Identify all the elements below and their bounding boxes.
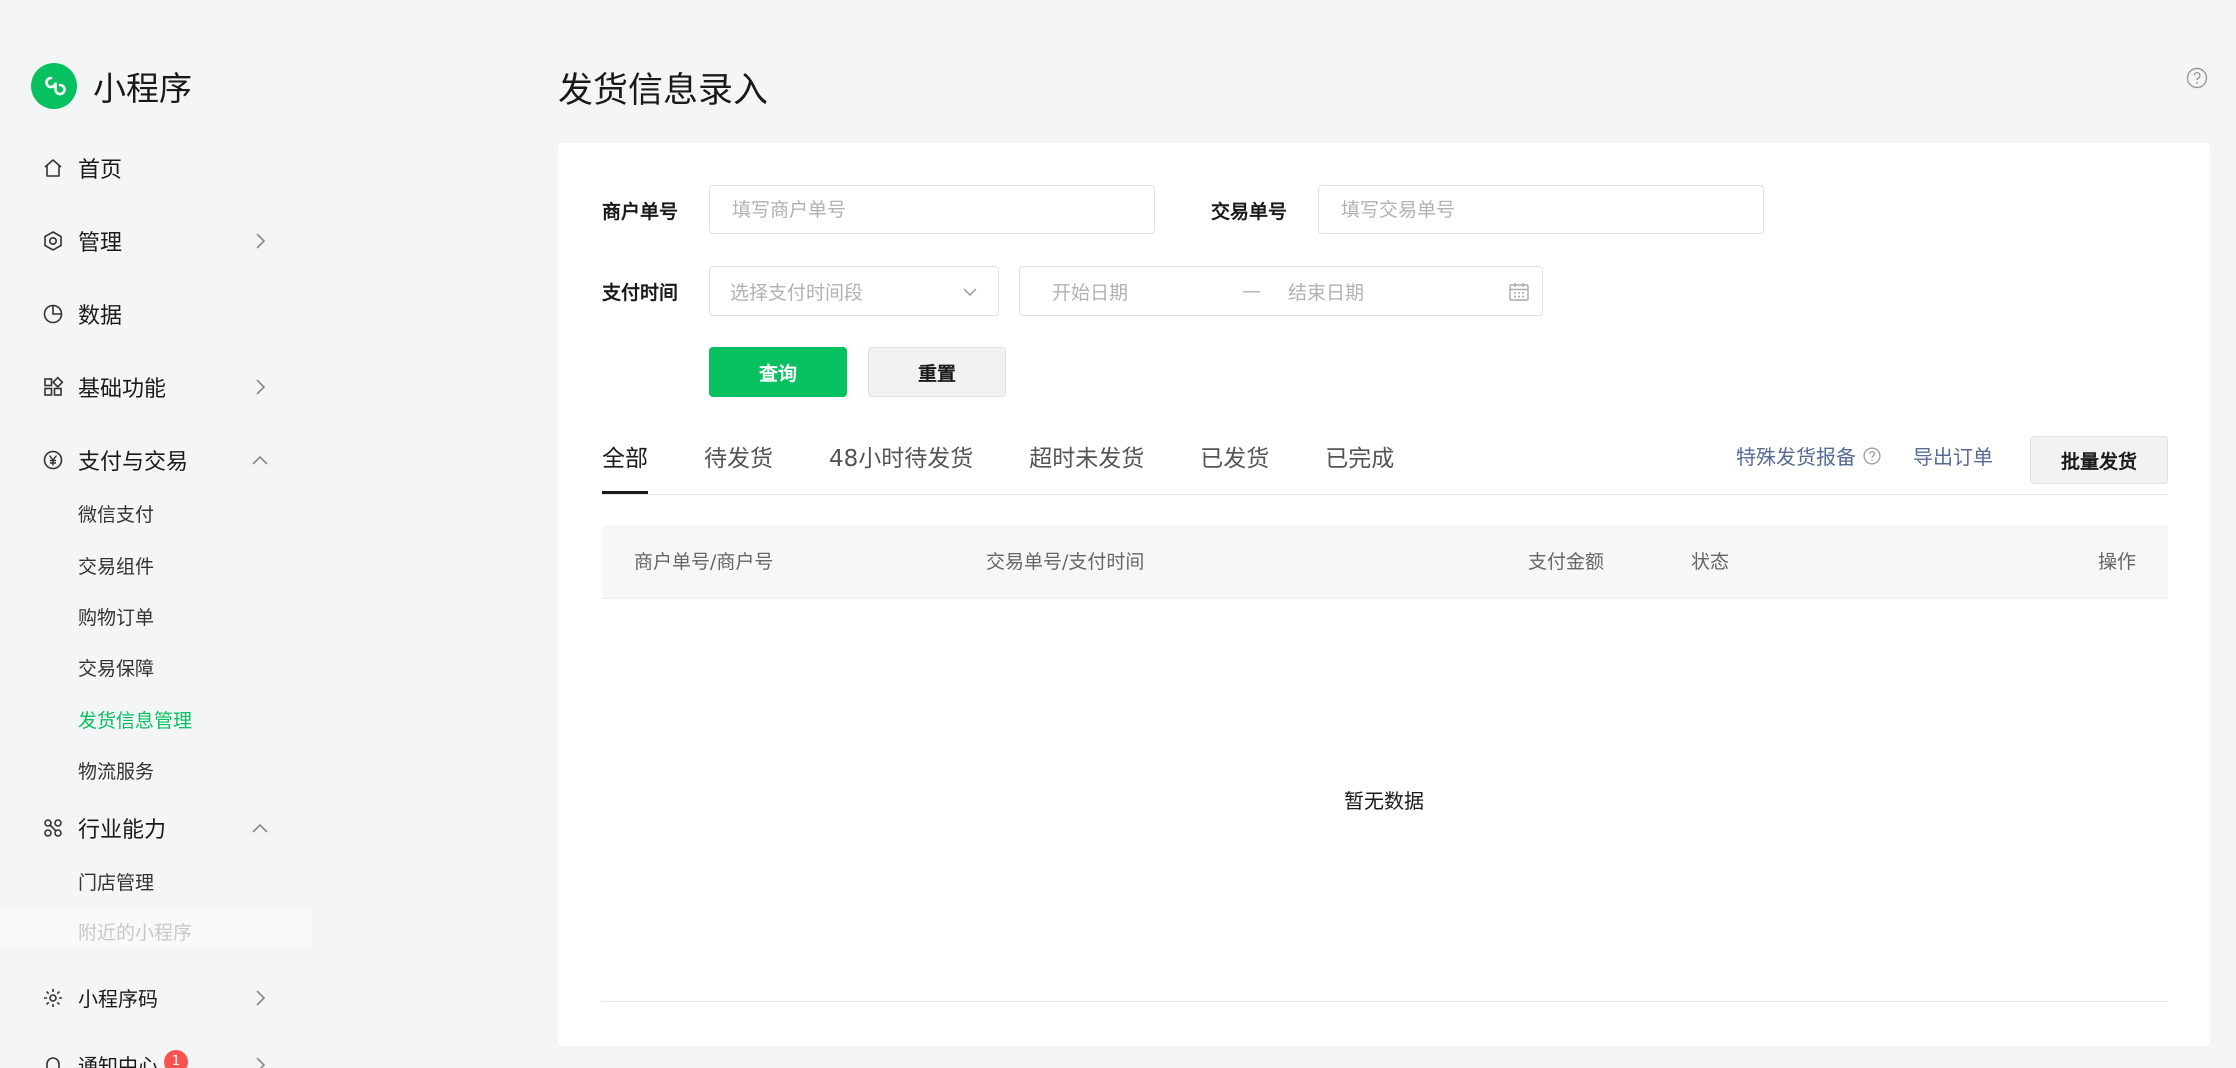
- tab-shipped[interactable]: 已发货: [1200, 439, 1269, 494]
- chevron-right-icon: [250, 988, 270, 1008]
- trade-no-input[interactable]: [1318, 185, 1764, 234]
- column-pay-amount: 支付金额: [1528, 551, 1605, 573]
- nodes-icon: [40, 815, 66, 841]
- tab-completed[interactable]: 已完成: [1325, 439, 1394, 494]
- pay-time-label: 支付时间: [602, 282, 679, 304]
- special-shipment-report-label: 特殊发货报备: [1736, 445, 1856, 469]
- chevron-right-icon: [250, 377, 270, 397]
- sidebar-item-label: 通知中心 1: [78, 1050, 250, 1068]
- hexagon-gear-icon: [40, 228, 66, 254]
- chevron-up-icon: [250, 450, 270, 470]
- sidebar-item-payment[interactable]: 支付与交易: [40, 444, 270, 476]
- mini-program-code-icon: [40, 985, 66, 1011]
- home-icon: [40, 155, 66, 181]
- sidebar-item-label: 行业能力: [78, 818, 167, 843]
- notification-badge: 1: [164, 1050, 188, 1068]
- table-header: 商户单号/商户号 交易单号/支付时间 支付金额 状态 操作: [602, 525, 2168, 599]
- reset-button[interactable]: 重置: [868, 347, 1006, 397]
- sidebar-item-label: 首页: [78, 158, 123, 183]
- empty-state-text: 暂无数据: [1344, 789, 1424, 813]
- sidebar-item-label: 管理: [78, 231, 123, 256]
- yuan-coin-icon: [40, 447, 66, 473]
- sidebar-subitem-shopping-orders[interactable]: 购物订单: [78, 603, 154, 630]
- tab-pending-shipment[interactable]: 待发货: [704, 439, 773, 494]
- export-orders-link[interactable]: 导出订单: [1913, 441, 1993, 470]
- query-button[interactable]: 查询: [709, 347, 847, 397]
- sidebar-item-label: 支付与交易: [78, 450, 189, 475]
- batch-ship-button[interactable]: 批量发货: [2030, 436, 2168, 484]
- help-icon[interactable]: [2185, 66, 2209, 90]
- help-icon[interactable]: [1862, 446, 1882, 466]
- brand-name: 小程序: [93, 69, 192, 108]
- start-date-input[interactable]: 开始日期: [1052, 278, 1128, 305]
- sidebar-subitem-wechat-pay[interactable]: 微信支付: [78, 500, 154, 527]
- sidebar-item-label-text: 通知中心: [78, 1054, 158, 1068]
- special-shipment-report-link[interactable]: 特殊发货报备: [1736, 441, 1882, 470]
- sidebar-item-home[interactable]: 首页: [40, 152, 270, 184]
- merchant-no-input[interactable]: [709, 185, 1155, 234]
- sidebar: 小程序 首页 管理 数据 基础功能 支付与交易 微信支付 交易组件 购物订单 交…: [0, 0, 312, 1068]
- column-trade-no: 交易单号/支付时间: [986, 551, 1145, 573]
- page-title: 发货信息录入: [558, 71, 769, 111]
- chevron-down-icon: [962, 280, 978, 302]
- pay-time-range-select[interactable]: 选择支付时间段: [709, 266, 999, 316]
- column-actions: 操作: [2097, 551, 2136, 573]
- sidebar-subitem-trade-protection[interactable]: 交易保障: [78, 654, 154, 681]
- main-card: 商户单号 交易单号 支付时间 选择支付时间段 开始日期 — 结束日期 查询 重置…: [558, 143, 2210, 1046]
- tab-all[interactable]: 全部: [602, 439, 648, 494]
- tabs-divider: [602, 494, 2168, 495]
- status-tabs: 全部 待发货 48小时待发货 超时未发货 已发货 已完成: [602, 439, 1450, 494]
- sidebar-item-basic[interactable]: 基础功能: [40, 371, 270, 403]
- sidebar-item-industry[interactable]: 行业能力: [40, 812, 270, 844]
- calendar-icon[interactable]: [1508, 281, 1530, 308]
- tab-48h-pending[interactable]: 48小时待发货: [829, 439, 973, 494]
- date-range-separator: —: [1242, 280, 1261, 302]
- brand[interactable]: 小程序: [31, 62, 192, 110]
- sidebar-item-label: 数据: [78, 304, 123, 329]
- tab-overdue[interactable]: 超时未发货: [1029, 439, 1144, 494]
- sidebar-item-label: 基础功能: [78, 377, 167, 402]
- trade-no-label: 交易单号: [1211, 201, 1288, 223]
- sidebar-item-notify[interactable]: 通知中心 1: [40, 1050, 270, 1068]
- date-range-picker[interactable]: 开始日期 — 结束日期: [1019, 266, 1543, 316]
- table-bottom-divider: [602, 1001, 2168, 1002]
- sidebar-item-label: 小程序码: [78, 987, 158, 1011]
- column-merchant-no: 商户单号/商户号: [634, 551, 774, 573]
- mini-program-logo-icon: [31, 63, 77, 109]
- sidebar-subitem-store-management[interactable]: 门店管理: [78, 868, 154, 895]
- sidebar-subitem-trade-component[interactable]: 交易组件: [78, 552, 154, 579]
- sidebar-subitem-nearby-mini-program[interactable]: 附近的小程序: [78, 918, 192, 945]
- chevron-up-icon: [250, 818, 270, 838]
- end-date-input[interactable]: 结束日期: [1288, 278, 1364, 305]
- bell-icon: [40, 1052, 66, 1068]
- sidebar-item-qrcode[interactable]: 小程序码: [40, 983, 270, 1012]
- sidebar-subitem-shipping-info[interactable]: 发货信息管理: [78, 706, 192, 733]
- sidebar-item-manage[interactable]: 管理: [40, 225, 270, 257]
- pie-chart-icon: [40, 301, 66, 327]
- merchant-no-label: 商户单号: [602, 201, 679, 223]
- pay-time-select-placeholder: 选择支付时间段: [730, 281, 864, 304]
- chevron-right-icon: [250, 231, 270, 251]
- apps-grid-icon: [40, 374, 66, 400]
- sidebar-subitem-logistics[interactable]: 物流服务: [78, 757, 154, 784]
- chevron-right-icon: [250, 1055, 270, 1068]
- column-status: 状态: [1691, 551, 1730, 573]
- sidebar-item-data[interactable]: 数据: [40, 298, 270, 330]
